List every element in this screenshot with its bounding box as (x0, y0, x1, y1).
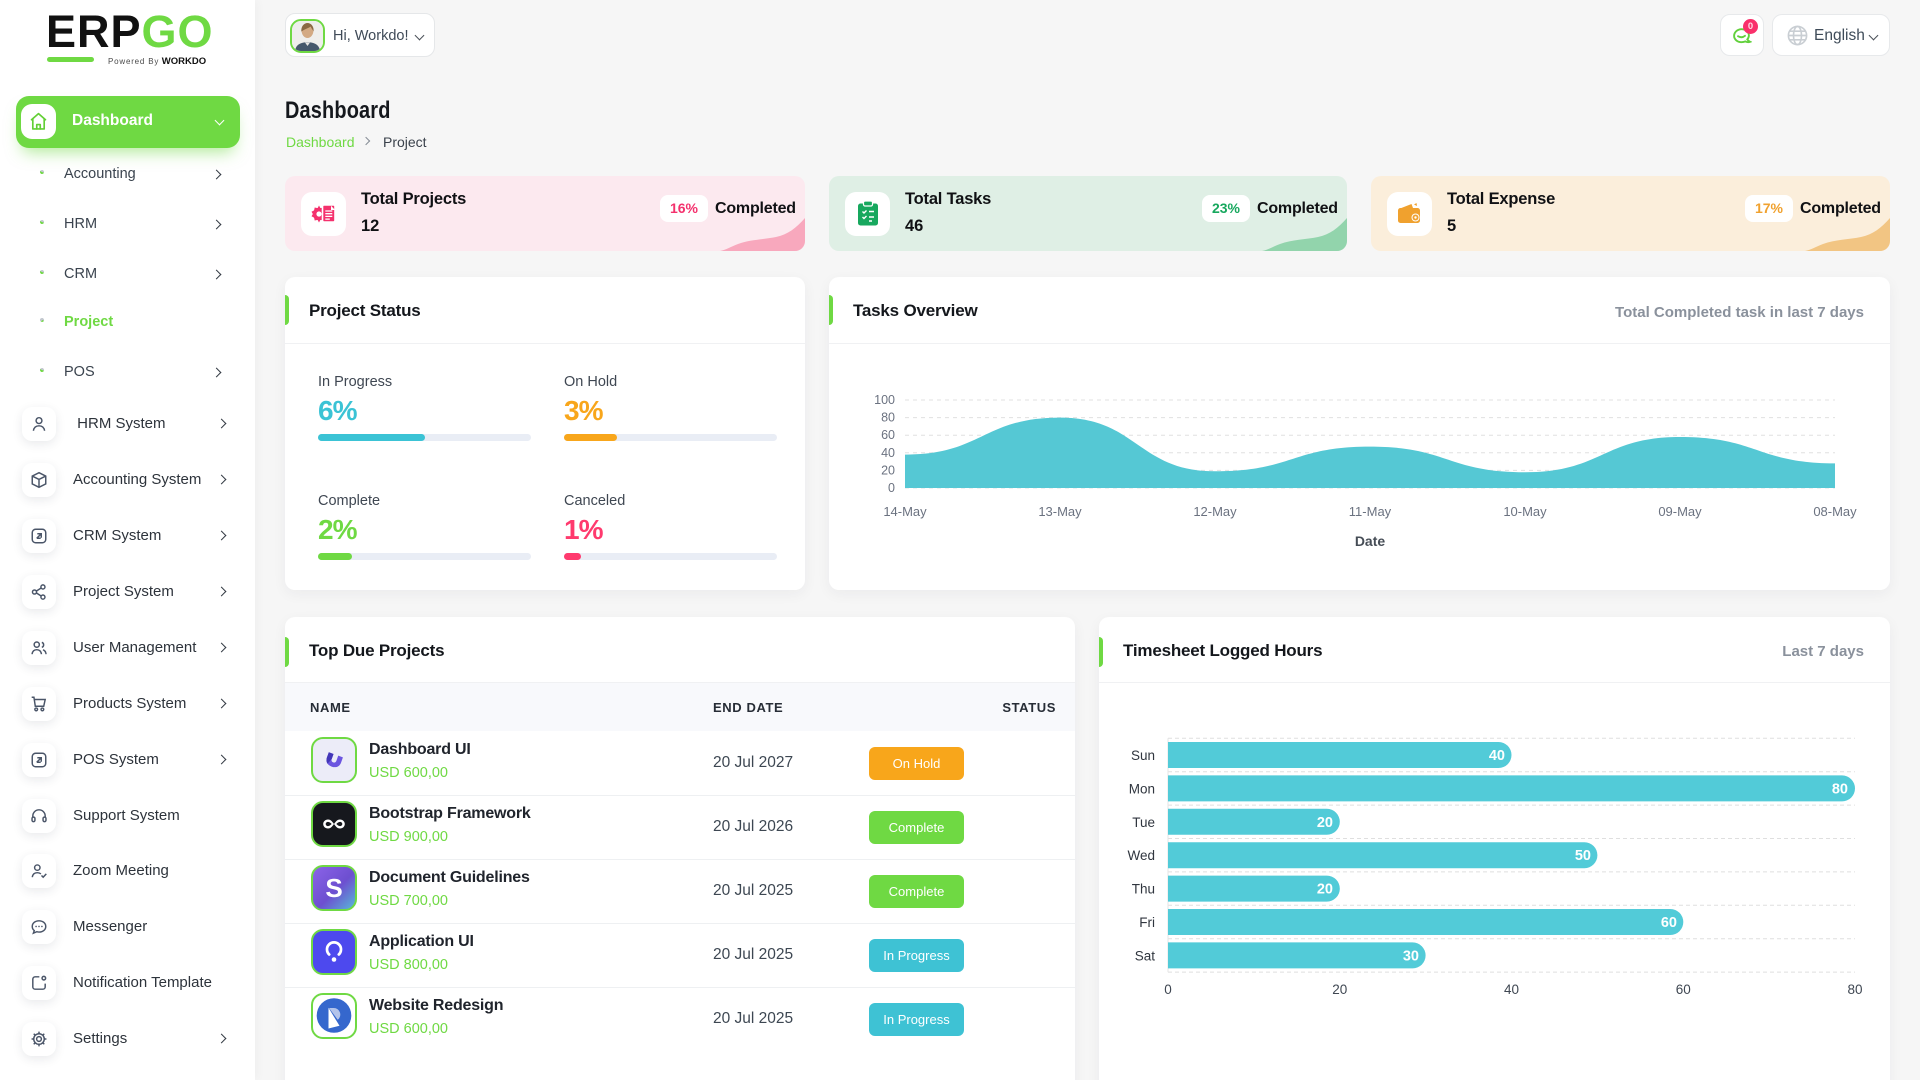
svg-text:30: 30 (1403, 948, 1419, 964)
svg-text:Wed: Wed (1127, 848, 1155, 863)
svg-text:10-May: 10-May (1503, 504, 1547, 519)
svg-text:80: 80 (881, 411, 895, 425)
svg-text:09-May: 09-May (1658, 504, 1702, 519)
svg-text:20: 20 (1317, 882, 1333, 898)
svg-text:60: 60 (1676, 982, 1691, 997)
svg-text:0: 0 (1164, 982, 1172, 997)
svg-text:Sun: Sun (1131, 748, 1155, 763)
svg-text:Fri: Fri (1139, 915, 1155, 930)
svg-text:Thu: Thu (1132, 882, 1155, 897)
svg-text:60: 60 (1661, 915, 1677, 931)
svg-text:14-May: 14-May (883, 504, 927, 519)
svg-text:20: 20 (881, 463, 895, 477)
svg-text:60: 60 (881, 428, 895, 442)
svg-text:08-May: 08-May (1813, 504, 1857, 519)
svg-text:0: 0 (888, 481, 895, 495)
svg-text:20: 20 (1332, 982, 1347, 997)
svg-text:80: 80 (1832, 781, 1848, 797)
svg-text:50: 50 (1575, 848, 1591, 864)
svg-text:40: 40 (1489, 748, 1505, 764)
svg-text:100: 100 (874, 393, 895, 407)
svg-text:13-May: 13-May (1038, 504, 1082, 519)
svg-text:Mon: Mon (1129, 781, 1155, 796)
svg-text:80: 80 (1847, 982, 1862, 997)
svg-text:Tue: Tue (1132, 815, 1155, 830)
svg-text:11-May: 11-May (1349, 504, 1392, 519)
svg-text:40: 40 (881, 446, 895, 460)
svg-text:20: 20 (1317, 815, 1333, 831)
svg-text:Date: Date (1355, 533, 1386, 549)
svg-text:Sat: Sat (1135, 948, 1156, 963)
svg-text:40: 40 (1504, 982, 1519, 997)
svg-text:12-May: 12-May (1193, 504, 1237, 519)
